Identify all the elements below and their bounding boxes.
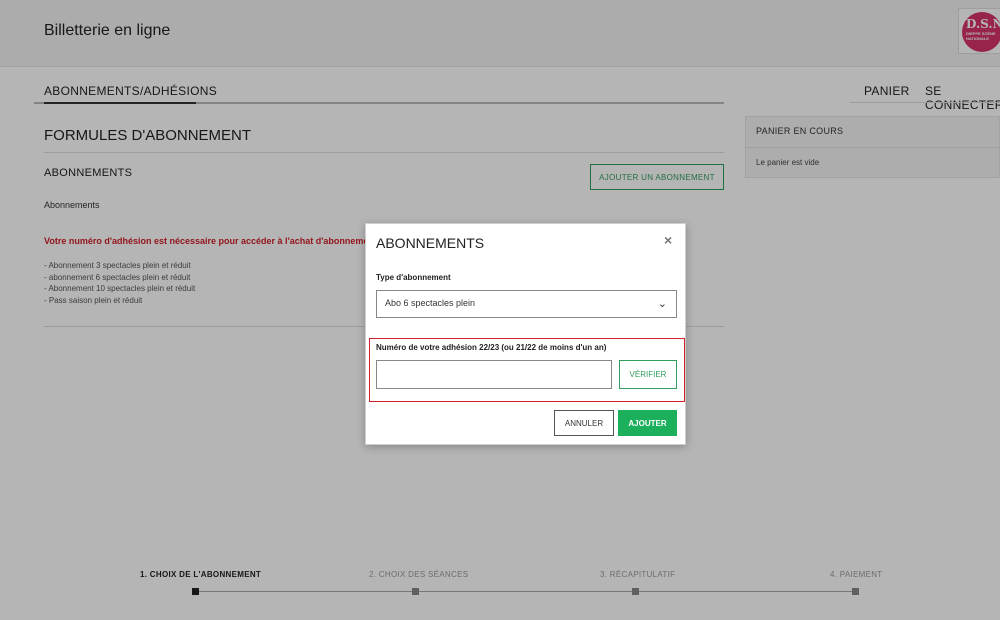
close-icon[interactable]: ×: [664, 232, 672, 248]
cancel-button[interactable]: ANNULER: [554, 410, 614, 436]
membership-number-label: Numéro de votre adhésion 22/23 (ou 21/22…: [376, 343, 607, 352]
select-value: Abo 6 spectacles plein: [385, 298, 476, 308]
add-button[interactable]: AJOUTER: [618, 410, 677, 436]
verify-button[interactable]: VÉRIFIER: [619, 360, 677, 389]
subscription-modal: ABONNEMENTS × Type d'abonnement Abo 6 sp…: [365, 223, 686, 445]
chevron-down-icon: ⌄: [657, 298, 667, 310]
subscription-type-select[interactable]: Abo 6 spectacles plein ⌄: [376, 290, 677, 318]
subscription-type-label: Type d'abonnement: [376, 273, 451, 282]
modal-title: ABONNEMENTS: [376, 235, 485, 251]
membership-number-input[interactable]: [376, 360, 612, 389]
